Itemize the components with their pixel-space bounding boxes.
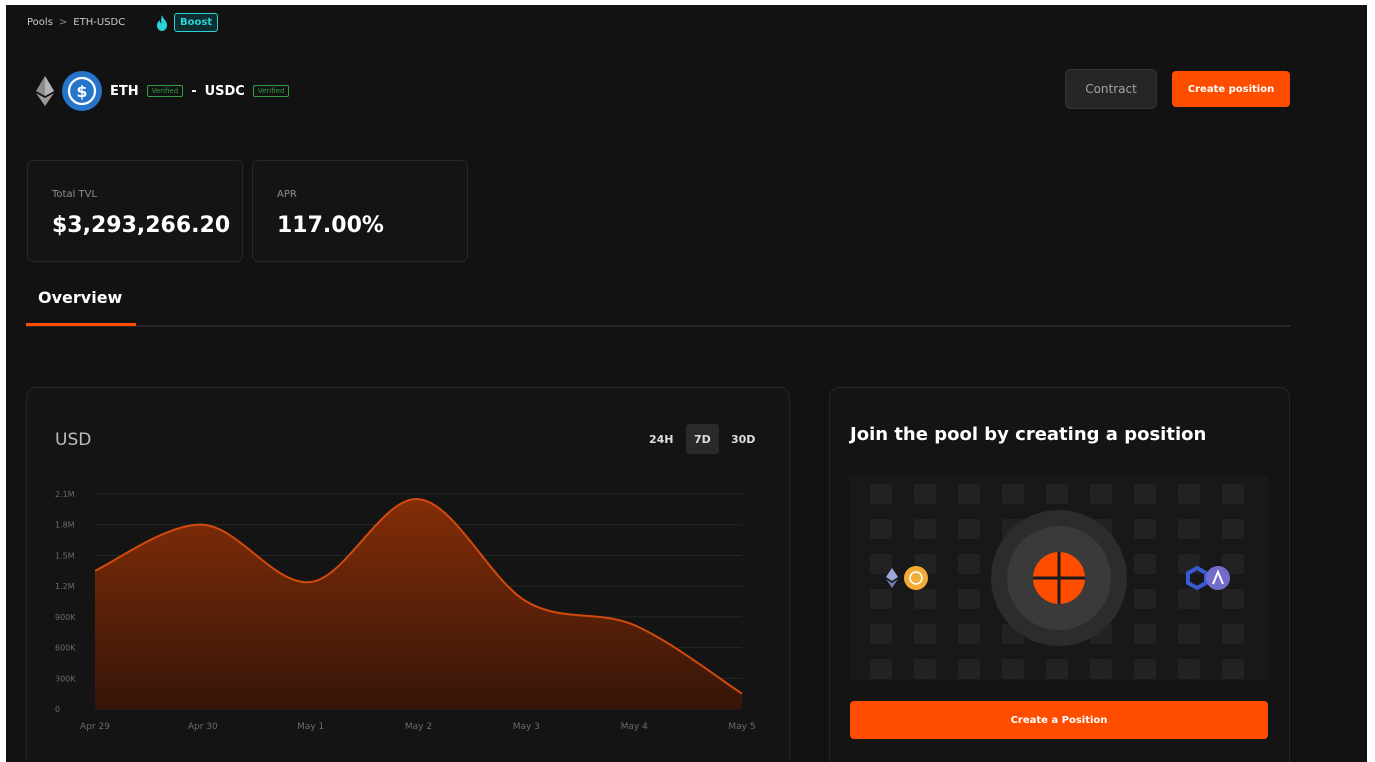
- grid-tile: [1222, 519, 1244, 539]
- usdc-icon: $: [62, 71, 102, 111]
- boost-indicator: Boost: [156, 13, 219, 32]
- apr-label: APR: [277, 189, 297, 200]
- x-tick-label: May 5: [728, 722, 755, 732]
- x-tick-label: Apr 29: [80, 722, 110, 732]
- grid-tile: [1046, 659, 1068, 679]
- grid-tile: [958, 554, 980, 574]
- grid-tile: [1178, 484, 1200, 504]
- grid-tile: [958, 589, 980, 609]
- join-card: Join the pool by creating a position Cre…: [829, 387, 1290, 762]
- grid-tile: [1090, 484, 1112, 504]
- grid-tile: [1134, 484, 1156, 504]
- grid-tile: [1134, 519, 1156, 539]
- apr-value: 117.00%: [277, 213, 384, 238]
- tvl-card: Total TVL $3,293,266.20: [27, 160, 243, 262]
- y-tick-label: 0: [55, 705, 60, 714]
- token0-symbol: ETH: [110, 83, 139, 99]
- join-title: Join the pool by creating a position: [850, 424, 1207, 445]
- series-area: [95, 499, 742, 709]
- apr-card: APR 117.00%: [252, 160, 468, 262]
- y-tick-label: 600K: [55, 644, 76, 653]
- grid-tile: [1222, 659, 1244, 679]
- grid-tile: [1134, 589, 1156, 609]
- grid-tile: [958, 659, 980, 679]
- tvl-value: $3,293,266.20: [52, 213, 231, 238]
- grid-tile: [914, 659, 936, 679]
- grid-tile: [914, 589, 936, 609]
- tab-bar: Overview: [26, 283, 1290, 327]
- arbitrum-icon: [1206, 566, 1230, 590]
- y-tick-label: 1.2M: [55, 582, 75, 591]
- grid-tile: [1134, 554, 1156, 574]
- grid-tile: [958, 484, 980, 504]
- create-position-button[interactable]: Create position: [1172, 71, 1290, 107]
- pool-illustration: [850, 476, 1268, 681]
- x-tick-label: May 1: [297, 722, 324, 732]
- dai-icon: [904, 566, 928, 590]
- y-tick-label: 2.1M: [55, 490, 75, 499]
- grid-tile: [1178, 659, 1200, 679]
- breadcrumb-current: ETH-USDC: [73, 17, 126, 28]
- grid-tile: [914, 624, 936, 644]
- y-tick-label: 1.8M: [55, 521, 75, 530]
- grid-tile: [1134, 659, 1156, 679]
- grid-tile: [914, 519, 936, 539]
- token1-verified-badge: Verified: [252, 85, 290, 97]
- pair-separator: -: [191, 83, 197, 99]
- y-tick-label: 1.5M: [55, 551, 75, 560]
- grid-tile: [870, 519, 892, 539]
- svg-text:$: $: [76, 82, 87, 101]
- grid-tile: [1178, 624, 1200, 644]
- flame-icon: [157, 14, 167, 31]
- grid-tile: [1178, 519, 1200, 539]
- breadcrumb-pools-link[interactable]: Pools: [27, 17, 53, 28]
- x-tick-label: May 2: [405, 722, 432, 732]
- token1-symbol: USDC: [204, 83, 245, 99]
- x-tick-label: May 3: [513, 722, 540, 732]
- grid-tile: [1178, 589, 1200, 609]
- grid-tile: [870, 659, 892, 679]
- pair-header: $ ETH Verified - USDC Verified: [36, 71, 290, 111]
- contract-button[interactable]: Contract: [1065, 69, 1157, 109]
- area-chart: 0 300K 600K 900K 1.2M 1.5M 1.8M 2.1M Apr 29 Apr …: [55, 490, 756, 732]
- grid-tile: [870, 589, 892, 609]
- token0-verified-badge: Verified: [146, 85, 184, 97]
- boost-badge[interactable]: Boost: [174, 13, 219, 32]
- breadcrumb-separator: >: [58, 17, 68, 28]
- protocol-logo-icon: [1033, 552, 1085, 604]
- y-tick-label: 900K: [55, 613, 76, 622]
- y-tick-label: 300K: [55, 674, 76, 683]
- grid-tile: [870, 624, 892, 644]
- create-a-position-button[interactable]: Create a Position: [850, 701, 1268, 739]
- grid-tile: [1222, 624, 1244, 644]
- grid-tile: [870, 554, 892, 574]
- x-tick-label: Apr 30: [188, 722, 218, 732]
- grid-tile: [958, 519, 980, 539]
- tab-overview[interactable]: Overview: [38, 288, 122, 307]
- tab-active-indicator: [26, 323, 136, 326]
- chart-card: USD 24H 7D 30D 0 300K 600K 900K 1.2M 1.5M 1.8M…: [26, 387, 790, 762]
- tvl-label: Total TVL: [52, 189, 98, 200]
- grid-tile: [1090, 659, 1112, 679]
- pool-page: Pools > ETH-USDC Boost $ ETH Verified - …: [6, 5, 1367, 762]
- grid-tile: [1046, 484, 1068, 504]
- grid-tile: [1002, 659, 1024, 679]
- grid-tile: [958, 624, 980, 644]
- grid-tile: [870, 484, 892, 504]
- grid-tile: [914, 484, 936, 504]
- x-tick-label: May 4: [621, 722, 648, 732]
- grid-tile: [1222, 484, 1244, 504]
- grid-tile: [1002, 484, 1024, 504]
- breadcrumb: Pools > ETH-USDC: [27, 17, 125, 28]
- eth-icon: [36, 76, 54, 106]
- grid-tile: [1222, 589, 1244, 609]
- grid-tile: [1134, 624, 1156, 644]
